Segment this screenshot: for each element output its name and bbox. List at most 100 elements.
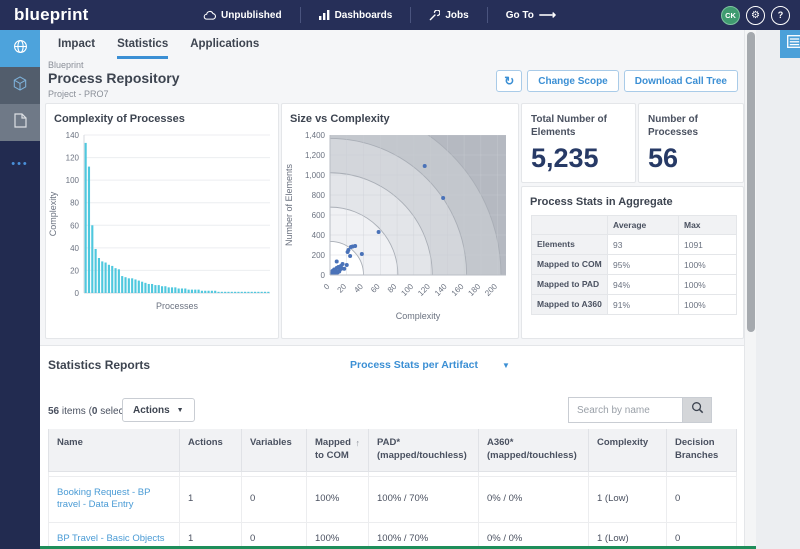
svg-text:60: 60 xyxy=(70,221,79,230)
download-call-tree-button[interactable]: Download Call Tree xyxy=(624,70,738,92)
right-panel-strip xyxy=(756,30,800,549)
svg-text:Complexity: Complexity xyxy=(48,191,58,236)
sidebar-item-more[interactable]: ••• xyxy=(0,149,40,179)
tab-applications[interactable]: Applications xyxy=(190,38,259,59)
wrench-icon xyxy=(429,10,440,21)
process-stats-aggregate-card: Process Stats in Aggregate Average Max E… xyxy=(521,186,744,339)
left-sidebar: ••• xyxy=(0,30,40,549)
table-row: Elements 93 1091 xyxy=(532,235,737,255)
sidebar-item-documents[interactable] xyxy=(0,104,40,141)
svg-text:600: 600 xyxy=(312,211,326,220)
process-link[interactable]: BP Travel - Basic Objects xyxy=(57,533,165,544)
svg-text:0: 0 xyxy=(322,282,332,292)
table-row: Booking Request - BP travel - Data Entry… xyxy=(49,476,737,523)
svg-text:1,000: 1,000 xyxy=(305,171,326,180)
svg-text:120: 120 xyxy=(416,282,432,298)
cloud-icon xyxy=(203,10,216,21)
svg-text:1,400: 1,400 xyxy=(305,131,326,140)
svg-text:80: 80 xyxy=(386,282,399,295)
top-navbar: blueprint Unpublished Dashboards Jobs xyxy=(0,0,800,30)
search-icon xyxy=(691,401,704,419)
header-actions: ↻ Change Scope Download Call Tree xyxy=(496,70,738,92)
column-header-mapped-to-com[interactable]: ↑Mapped to COM xyxy=(307,429,369,471)
column-header-a360[interactable]: A360* (mapped/touchless) xyxy=(479,429,589,471)
statistics-reports-section: Statistics Reports Process Stats per Art… xyxy=(40,345,744,549)
project-subtitle: Project - PRO7 xyxy=(48,89,109,99)
complexity-bar-chart: 020406080100120140ProcessesComplexity xyxy=(46,127,278,338)
table-row: Mapped to PAD 94% 100% xyxy=(532,275,737,295)
svg-text:20: 20 xyxy=(336,282,349,295)
chevron-down-icon: ▼ xyxy=(177,407,184,414)
svg-text:Complexity: Complexity xyxy=(396,311,441,321)
chevron-down-icon: ▼ xyxy=(502,361,510,370)
tab-impact[interactable]: Impact xyxy=(58,38,95,59)
chart-title: Size vs Complexity xyxy=(282,104,518,127)
svg-text:140: 140 xyxy=(433,282,449,298)
actions-button[interactable]: Actions ▼ xyxy=(122,398,195,422)
svg-text:400: 400 xyxy=(312,231,326,240)
question-icon: ? xyxy=(778,10,784,20)
svg-text:800: 800 xyxy=(312,191,326,200)
arrow-right-icon: ⟶ xyxy=(539,8,556,22)
svg-text:80: 80 xyxy=(70,199,79,208)
column-header-variables[interactable]: Variables xyxy=(242,429,307,471)
column-header-pad[interactable]: PAD* (mapped/touchless) xyxy=(369,429,479,471)
number-of-processes-card: Number of Processes 56 xyxy=(638,103,744,183)
svg-text:100: 100 xyxy=(399,282,415,298)
svg-text:Processes: Processes xyxy=(156,301,199,311)
app-window: blueprint Unpublished Dashboards Jobs xyxy=(0,0,800,549)
breadcrumb: Blueprint xyxy=(48,60,84,70)
chart-title: Complexity of Processes xyxy=(46,104,278,127)
search-button[interactable] xyxy=(682,397,712,423)
svg-text:40: 40 xyxy=(70,244,79,253)
report-type-dropdown[interactable]: Process Stats per Artifact ▼ xyxy=(350,359,510,371)
cube-icon xyxy=(13,76,27,96)
column-header-name[interactable]: Name xyxy=(49,429,180,471)
nav-item-dashboards[interactable]: Dashboards xyxy=(300,7,411,23)
sidebar-item-packages[interactable] xyxy=(0,67,40,104)
reports-table: Name Actions Variables ↑Mapped to COM PA… xyxy=(48,429,737,549)
table-header-row: Name Actions Variables ↑Mapped to COM PA… xyxy=(49,429,737,471)
svg-text:Number of Elements: Number of Elements xyxy=(284,163,294,246)
column-header-actions[interactable]: Actions xyxy=(180,429,242,471)
navbar-right: CK ⚙ ? xyxy=(721,0,790,30)
stat-label: Number of Processes xyxy=(639,104,743,141)
nav-item-unpublished[interactable]: Unpublished xyxy=(185,7,300,23)
svg-text:160: 160 xyxy=(450,282,466,298)
help-button[interactable]: ? xyxy=(771,6,790,25)
vertical-scrollbar xyxy=(744,30,756,549)
processes-value: 56 xyxy=(639,141,743,174)
complexity-chart-card: Complexity of Processes 0204060801001201… xyxy=(45,103,279,339)
tab-statistics[interactable]: Statistics xyxy=(117,38,168,59)
refresh-icon: ↻ xyxy=(504,74,514,88)
svg-text:200: 200 xyxy=(312,251,326,260)
table-row: Mapped to COM 95% 100% xyxy=(532,255,737,275)
svg-text:180: 180 xyxy=(466,282,482,298)
aggregate-title: Process Stats in Aggregate xyxy=(522,187,743,210)
ellipsis-icon: ••• xyxy=(11,158,29,170)
nav-item-jobs[interactable]: Jobs xyxy=(410,7,486,23)
nav-item-go-to[interactable]: Go To ⟶ xyxy=(487,7,574,23)
sidebar-item-explorer[interactable] xyxy=(0,30,40,67)
scrollbar-thumb[interactable] xyxy=(747,32,755,332)
search-input[interactable] xyxy=(568,397,682,423)
table-header-row: Average Max xyxy=(532,216,737,235)
change-scope-button[interactable]: Change Scope xyxy=(527,70,618,92)
column-header-decision-branches[interactable]: Decision Branches xyxy=(667,429,737,471)
search-bar xyxy=(568,397,712,423)
panel-toggle-button[interactable] xyxy=(780,30,800,58)
total-elements-value: 5,235 xyxy=(522,141,635,174)
column-header-complexity[interactable]: Complexity xyxy=(589,429,667,471)
svg-text:1,200: 1,200 xyxy=(305,151,326,160)
settings-button[interactable]: ⚙ xyxy=(746,6,765,25)
avatar[interactable]: CK xyxy=(721,6,740,25)
refresh-button[interactable]: ↻ xyxy=(496,70,522,92)
svg-text:60: 60 xyxy=(369,282,382,295)
aggregate-table: Average Max Elements 93 1091 Mapped to C… xyxy=(531,215,737,315)
size-vs-complexity-card: Size vs Complexity 0 200 400 600 800 1,000 1,2… xyxy=(281,103,519,339)
gear-icon: ⚙ xyxy=(751,10,760,21)
globe-icon xyxy=(13,39,28,59)
total-elements-card: Total Number of Elements 5,235 xyxy=(521,103,636,183)
svg-text:120: 120 xyxy=(66,154,80,163)
process-link[interactable]: Booking Request - BP travel - Data Entry xyxy=(57,487,150,511)
